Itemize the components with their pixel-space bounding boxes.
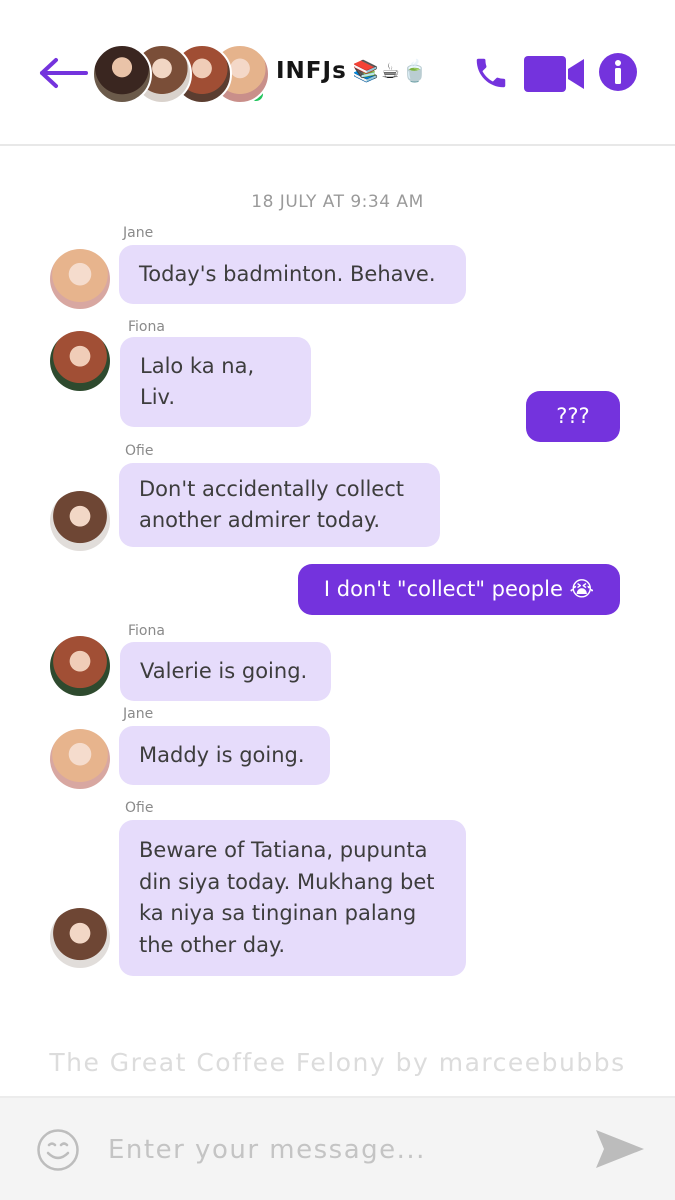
message-bubble-outgoing[interactable]: I don't "collect" people 😭 [298, 564, 620, 615]
sender-name: Ofie [125, 443, 154, 459]
credit-watermark: The Great Coffee Felony by marceebubbs [49, 1048, 626, 1077]
video-camera-icon[interactable] [524, 56, 584, 92]
group-emoji: 📚☕🍵 [352, 59, 430, 83]
chat-timestamp: 18 JULY AT 9:34 AM [251, 192, 424, 212]
chat-header: INFJs 📚☕🍵 [0, 0, 675, 146]
avatar[interactable] [50, 729, 110, 789]
message-bubble[interactable]: Today's badminton. Behave. [119, 245, 466, 304]
group-name: INFJs [276, 58, 347, 84]
phone-icon[interactable] [472, 54, 510, 92]
info-icon[interactable] [598, 52, 638, 92]
message-bubble[interactable]: Valerie is going. [120, 642, 331, 701]
sender-name: Fiona [128, 319, 165, 335]
message-bubble-outgoing[interactable]: ??? [526, 391, 620, 442]
sender-name: Jane [123, 706, 154, 722]
avatar [92, 44, 152, 104]
message-bubble[interactable]: Maddy is going. [119, 726, 330, 785]
sender-name: Ofie [125, 800, 154, 816]
message-bubble[interactable]: Lalo ka na, Liv. [120, 337, 311, 427]
back-arrow-icon[interactable] [38, 56, 90, 90]
smiley-icon[interactable] [36, 1128, 80, 1172]
group-title[interactable]: INFJs 📚☕🍵 [276, 58, 430, 84]
avatar[interactable] [50, 331, 110, 391]
send-icon[interactable] [594, 1128, 646, 1170]
message-bubble[interactable]: Don't accidentally collect another admir… [119, 463, 440, 547]
message-input[interactable] [108, 1126, 568, 1174]
sender-name: Jane [123, 225, 154, 241]
sender-name: Fiona [128, 623, 165, 639]
avatar[interactable] [50, 636, 110, 696]
avatar[interactable] [50, 249, 110, 309]
avatar[interactable] [50, 491, 110, 551]
avatar[interactable] [50, 908, 110, 968]
group-avatars[interactable] [92, 44, 270, 106]
message-bubble[interactable]: Beware of Tatiana, pupunta din siya toda… [119, 820, 466, 976]
message-composer [0, 1096, 675, 1200]
